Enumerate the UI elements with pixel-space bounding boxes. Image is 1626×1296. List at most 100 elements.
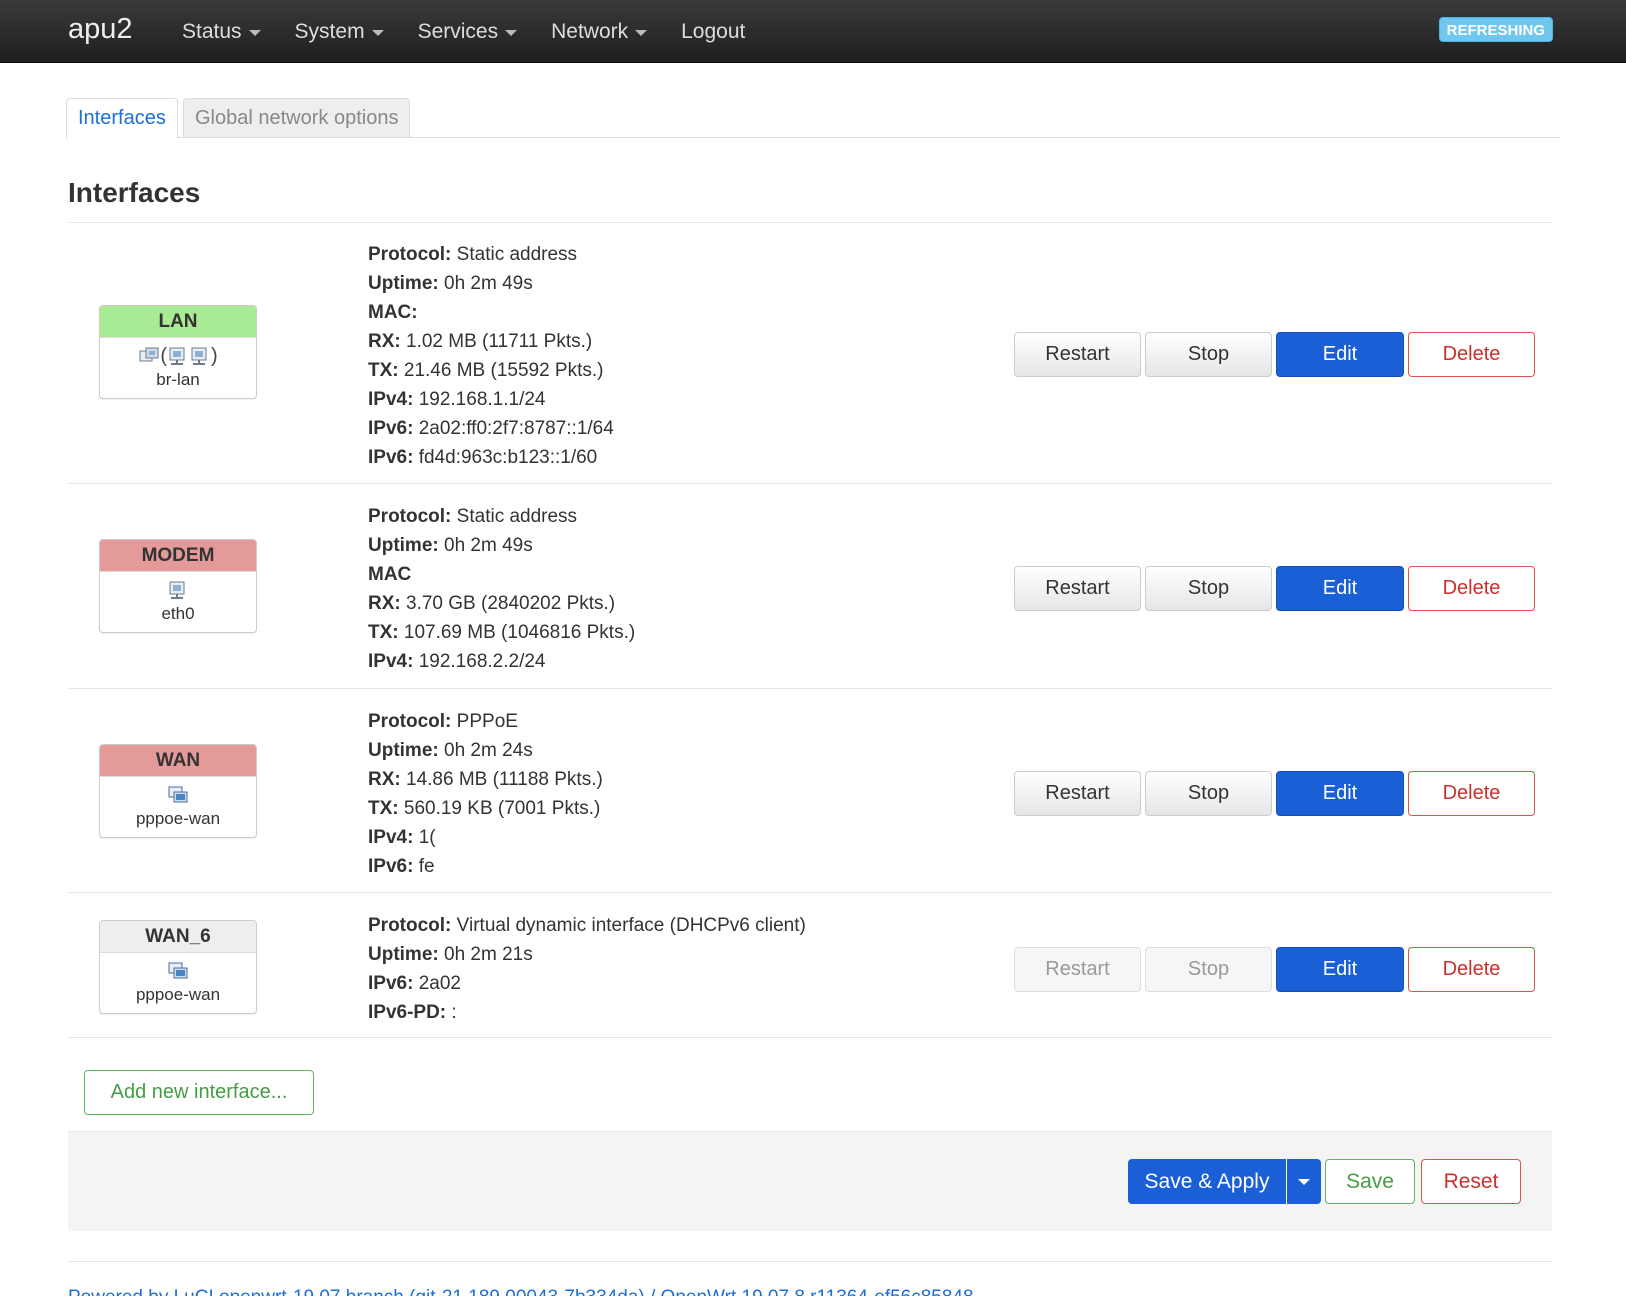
- edit-button[interactable]: Edit: [1276, 566, 1404, 611]
- detail-line: Uptime: 0h 2m 24s: [368, 736, 603, 765]
- detail-value: 2a02: [413, 973, 461, 994]
- interface-actions: Restart Stop Edit Delete: [1014, 566, 1539, 611]
- ethernet-port-icon: [167, 579, 189, 601]
- detail-key: IPv4:: [368, 827, 414, 848]
- detail-line: Protocol: Static address: [368, 240, 614, 269]
- detail-value: 21.46 MB (15592 Pkts.): [398, 360, 604, 381]
- interface-device-icons: [100, 957, 256, 985]
- reset-button[interactable]: Reset: [1421, 1159, 1521, 1204]
- interface-badge: WAN_6 pppoe-wan: [99, 920, 257, 1014]
- menu-status-label: Status: [182, 19, 242, 43]
- detail-line: Protocol: PPPoE: [368, 707, 603, 736]
- detail-key: Uptime:: [368, 740, 439, 761]
- edit-button[interactable]: Edit: [1276, 947, 1404, 992]
- main-menu: Status System Services Network Logout: [182, 0, 779, 63]
- detail-value: 14.86 MB (11188 Pkts.): [400, 769, 603, 790]
- interface-name: MODEM: [100, 540, 256, 572]
- detail-key: IPv4:: [368, 651, 414, 672]
- menu-system[interactable]: System: [295, 20, 384, 44]
- chevron-down-icon: [371, 29, 384, 36]
- restart-button[interactable]: Restart: [1014, 947, 1141, 992]
- stop-button[interactable]: Stop: [1145, 332, 1272, 377]
- edit-button[interactable]: Edit: [1276, 332, 1404, 377]
- restart-button[interactable]: Restart: [1014, 771, 1141, 816]
- detail-value: Static address: [451, 244, 578, 265]
- tab-interfaces[interactable]: Interfaces: [66, 98, 178, 139]
- delete-button[interactable]: Delete: [1408, 947, 1535, 992]
- delete-button[interactable]: Delete: [1408, 771, 1535, 816]
- detail-line: MAC: [368, 560, 635, 589]
- detail-line: IPv4: 192.168.2.2/24: [368, 647, 635, 676]
- detail-line: Uptime: 0h 2m 49s: [368, 531, 635, 560]
- save-apply-dropdown-toggle[interactable]: [1286, 1159, 1321, 1204]
- stop-button[interactable]: Stop: [1145, 771, 1272, 816]
- menu-logout-label: Logout: [681, 19, 746, 43]
- interface-badge: MODEM eth0: [99, 539, 257, 633]
- detail-line: RX: 1.02 MB (11711 Pkts.): [368, 327, 614, 356]
- interface-badge: LAN() br-lan: [99, 305, 257, 399]
- page-title: Interfaces: [68, 177, 201, 208]
- menu-system-label: System: [294, 19, 365, 43]
- detail-key: Protocol:: [368, 244, 452, 265]
- detail-key: IPv6:: [368, 447, 414, 468]
- detail-key: IPv4:: [368, 389, 414, 410]
- detail-key: Protocol:: [368, 711, 452, 732]
- detail-line: IPv6: 2a02:ff0:2f7:8787::1/64: [368, 414, 614, 443]
- detail-key: IPv6:: [368, 418, 414, 439]
- refreshing-badge[interactable]: REFRESHING: [1438, 17, 1553, 42]
- detail-line: RX: 14.86 MB (11188 Pkts.): [368, 765, 603, 794]
- add-interface-button[interactable]: Add new interface...: [84, 1070, 314, 1115]
- interface-device-name: eth0: [161, 604, 195, 623]
- menu-network[interactable]: Network: [551, 20, 648, 44]
- interface-row-lan: LAN() br-lan Protocol: Static address Uptim…: [68, 222, 1552, 484]
- bridge-icon: [138, 345, 160, 367]
- stop-button[interactable]: Stop: [1145, 947, 1272, 992]
- brand-logo[interactable]: apu2: [68, 13, 133, 46]
- restart-button[interactable]: Restart: [1014, 332, 1141, 377]
- interface-actions: Restart Stop Edit Delete: [1014, 332, 1539, 377]
- save-button[interactable]: Save: [1325, 1159, 1415, 1204]
- top-navbar: apu2 Status System Services Network Logo…: [0, 0, 1626, 63]
- chevron-down-icon: [1298, 1179, 1310, 1185]
- delete-button[interactable]: Delete: [1408, 332, 1535, 377]
- interface-row-wan_6: WAN_6 pppoe-wan Protocol: Virtual dynamic …: [68, 893, 1552, 1038]
- ethernet-port-icon: [167, 345, 189, 367]
- divider: [68, 1261, 1552, 1262]
- detail-value: PPPoE: [451, 711, 518, 732]
- detail-key: Protocol:: [368, 506, 452, 527]
- detail-value: 0h 2m 49s: [438, 273, 533, 294]
- powered-by-link[interactable]: Powered by LuCI openwrt-19.07 branch (gi…: [68, 1287, 974, 1296]
- detail-value: fe: [413, 856, 435, 877]
- detail-line: Protocol: Virtual dynamic interface (DHC…: [368, 911, 806, 940]
- detail-key: Uptime:: [368, 273, 439, 294]
- restart-button[interactable]: Restart: [1014, 566, 1141, 611]
- detail-value: :: [446, 1002, 457, 1023]
- detail-value: Static address: [451, 506, 578, 527]
- detail-key: TX:: [368, 360, 399, 381]
- delete-button[interactable]: Delete: [1408, 566, 1535, 611]
- tab-bar: Interfaces Global network options: [66, 98, 1560, 139]
- interface-name: LAN: [100, 306, 256, 338]
- detail-key: IPv6:: [368, 973, 414, 994]
- edit-button[interactable]: Edit: [1276, 771, 1404, 816]
- interface-device-name: br-lan: [156, 370, 200, 389]
- tab-global-network-options[interactable]: Global network options: [183, 98, 411, 138]
- detail-key: TX:: [368, 622, 399, 643]
- menu-services[interactable]: Services: [418, 20, 518, 44]
- detail-line: Uptime: 0h 2m 21s: [368, 940, 806, 969]
- detail-value: 192.168.1.1/24: [413, 389, 546, 410]
- menu-status[interactable]: Status: [182, 20, 261, 44]
- detail-line: TX: 560.19 KB (7001 Pkts.): [368, 794, 603, 823]
- detail-line: Protocol: Static address: [368, 502, 635, 531]
- save-apply-button[interactable]: Save & Apply: [1128, 1159, 1286, 1204]
- stop-button[interactable]: Stop: [1145, 566, 1272, 611]
- menu-logout[interactable]: Logout: [681, 20, 745, 44]
- interface-row-wan: WAN pppoe-wan Protocol: PPPoE Uptime: 0h 2m…: [68, 689, 1552, 893]
- interface-device-icons: [100, 781, 256, 809]
- interface-name: WAN: [100, 745, 256, 777]
- interface-device-icons: [100, 576, 256, 604]
- detail-value: 1(: [413, 827, 436, 848]
- ethernet-port-icon: [189, 345, 211, 367]
- paren-close: ): [211, 344, 218, 367]
- detail-line: Uptime: 0h 2m 49s: [368, 269, 614, 298]
